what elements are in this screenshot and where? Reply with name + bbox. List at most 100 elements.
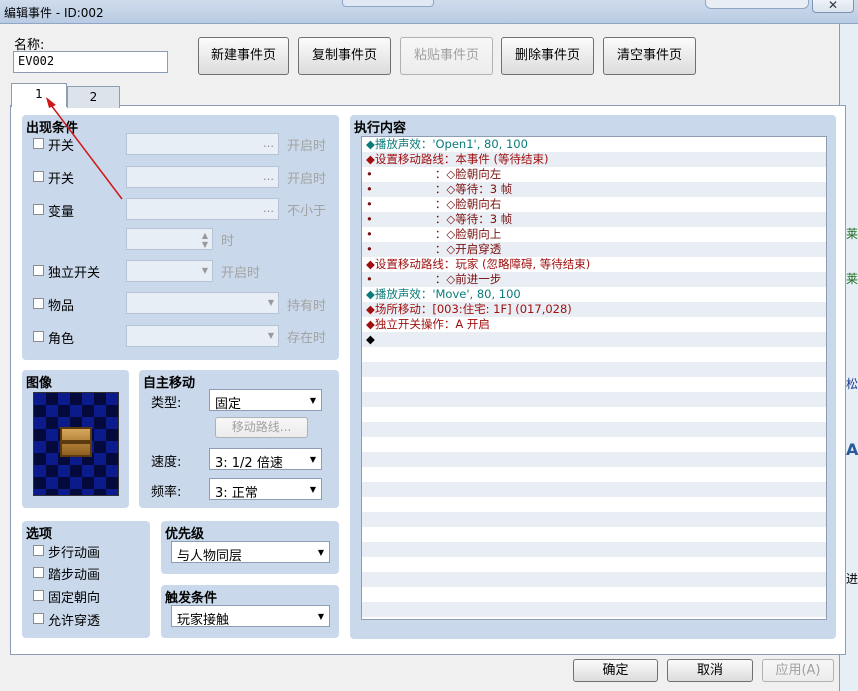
exec-command-row[interactable]: ◆播放声效：'Move', 80, 100 (362, 287, 826, 302)
trigger-value: 玩家接触 (177, 613, 230, 628)
move-route-button[interactable]: 移动路线... (215, 417, 308, 438)
exec-command-row[interactable] (362, 467, 826, 482)
exec-command-row[interactable] (362, 362, 826, 377)
exec-command-row[interactable]: • ：◇脸朝向左 (362, 167, 826, 182)
exec-command-row[interactable] (362, 437, 826, 452)
exec-command-row[interactable] (362, 572, 826, 587)
exec-command-row[interactable]: ◆设置移动路线：玩家 (忽略障碍, 等待结束) (362, 257, 826, 272)
delete-page-button[interactable]: 删除事件页 (501, 37, 594, 75)
bg-text: 进 (846, 572, 858, 586)
apply-button[interactable]: 应用(A) (762, 659, 834, 682)
move-freq-value: 3: 正常 (215, 486, 258, 501)
switch2-field[interactable]: … (126, 166, 279, 188)
chest-sprite (60, 427, 92, 457)
exec-command-row[interactable]: • ：◇开启穿透 (362, 242, 826, 257)
exec-command-row[interactable]: • ：◇前进一步 (362, 272, 826, 287)
close-icon: ✕ (827, 0, 839, 12)
item-select[interactable]: ▼ (126, 292, 279, 314)
clear-page-button[interactable]: 清空事件页 (603, 37, 696, 75)
image-title: 图像 (26, 376, 53, 391)
exec-command-row[interactable] (362, 377, 826, 392)
chevron-down-icon: ▼ (317, 612, 324, 621)
actor-suffix: 存在时 (287, 331, 327, 346)
annotation-arrow-icon (46, 97, 123, 200)
exec-command-row[interactable]: ◆独立开关操作：A 开启 (362, 317, 826, 332)
chevron-down-icon: ▼ (309, 485, 316, 494)
event-graphic-preview[interactable] (33, 392, 119, 496)
move-speed-select[interactable]: 3: 1/2 倍速 ▼ (209, 448, 322, 471)
variable-field[interactable]: … (126, 198, 279, 220)
priority-select[interactable]: 与人物同层 ▼ (171, 541, 330, 564)
move-type-value: 固定 (215, 397, 242, 412)
variable-suffix2: 时 (221, 234, 235, 249)
exec-command-row[interactable]: ◆播放声效：'Open1', 80, 100 (362, 137, 826, 152)
cancel-button[interactable]: 取消 (667, 659, 753, 682)
move-type-select[interactable]: 固定 ▼ (209, 389, 322, 412)
through-checkbox[interactable] (33, 613, 44, 624)
exec-command-row[interactable]: • ：◇等待：3 帧 (362, 212, 826, 227)
chevron-down-icon: ▼ (201, 266, 208, 275)
chevron-down-icon: ▼ (267, 331, 274, 340)
direction-fix-checkbox[interactable] (33, 590, 44, 601)
item-suffix: 持有时 (287, 299, 327, 314)
exec-command-row[interactable] (362, 497, 826, 512)
variable-value-spinner[interactable]: ▲ ▼ (126, 228, 213, 250)
exec-command-row[interactable] (362, 407, 826, 422)
exec-command-row[interactable] (362, 602, 826, 617)
exec-command-row[interactable] (362, 347, 826, 362)
name-input[interactable]: EV002 (13, 51, 168, 73)
exec-command-row[interactable] (362, 452, 826, 467)
exec-command-row[interactable]: • ：◇脸朝向右 (362, 197, 826, 212)
exec-command-row[interactable] (362, 557, 826, 572)
title-bar-decoration (342, 0, 434, 7)
self-switch-suffix: 开启时 (221, 266, 261, 281)
trigger-select[interactable]: 玩家接触 ▼ (171, 605, 330, 628)
move-freq-select[interactable]: 3: 正常 ▼ (209, 478, 322, 501)
exec-command-row[interactable] (362, 542, 826, 557)
exec-command-row[interactable] (362, 392, 826, 407)
close-button[interactable]: ✕ (812, 0, 854, 13)
exec-command-row[interactable]: ◆设置移动路线：本事件 (等待结束) (362, 152, 826, 167)
actor-label: 角色 (48, 332, 75, 347)
copy-page-button[interactable]: 复制事件页 (298, 37, 391, 75)
options-title: 选项 (26, 527, 53, 542)
exec-command-row[interactable] (362, 482, 826, 497)
self-switch-label: 独立开关 (48, 266, 101, 281)
walk-anim-checkbox[interactable] (33, 545, 44, 556)
exec-command-row[interactable] (362, 587, 826, 602)
item-checkbox[interactable] (33, 298, 44, 309)
exec-command-row[interactable]: ◆ (362, 332, 826, 347)
switch1-field[interactable]: … (126, 133, 279, 155)
move-type-label: 类型: (151, 396, 182, 411)
new-page-button[interactable]: 新建事件页 (198, 37, 289, 75)
move-speed-label: 速度: (151, 455, 182, 470)
chevron-down-icon: ▼ (309, 455, 316, 464)
exec-command-list[interactable]: ◆播放声效：'Open1', 80, 100 ◆设置移动路线：本事件 (等待结束)… (361, 136, 827, 620)
exec-command-row[interactable]: ◆场所移动：[003:住宅: 1F] (017,028) (362, 302, 826, 317)
window-title: 编辑事件 - ID:002 (4, 6, 104, 20)
chest-band (62, 440, 90, 444)
direction-fix-label: 固定朝向 (48, 591, 101, 606)
move-speed-value: 3: 1/2 倍速 (215, 456, 283, 471)
actor-select[interactable]: ▼ (126, 325, 279, 347)
step-anim-checkbox[interactable] (33, 567, 44, 578)
paste-page-button[interactable]: 粘贴事件页 (400, 37, 493, 75)
exec-command-row[interactable]: • ：◇脸朝向上 (362, 227, 826, 242)
actor-checkbox[interactable] (33, 331, 44, 342)
ok-button[interactable]: 确定 (573, 659, 658, 682)
variable-checkbox[interactable] (33, 204, 44, 215)
self-switch-checkbox[interactable] (33, 265, 44, 276)
priority-title: 优先级 (165, 527, 205, 542)
exec-command-row[interactable]: • ：◇等待：3 帧 (362, 182, 826, 197)
spin-down-icon: ▼ (201, 240, 208, 249)
walk-anim-label: 步行动画 (48, 546, 101, 561)
bg-text: 莱 (846, 227, 858, 241)
trigger-title: 触发条件 (165, 591, 218, 606)
self-switch-select[interactable]: ▼ (126, 260, 213, 282)
exec-command-row[interactable] (362, 512, 826, 527)
title-bar: 编辑事件 - ID:002 ✕ (0, 0, 858, 24)
autonomous-title: 自主移动 (143, 376, 196, 391)
exec-command-row[interactable] (362, 527, 826, 542)
exec-command-row[interactable] (362, 422, 826, 437)
priority-value: 与人物同层 (177, 549, 243, 564)
